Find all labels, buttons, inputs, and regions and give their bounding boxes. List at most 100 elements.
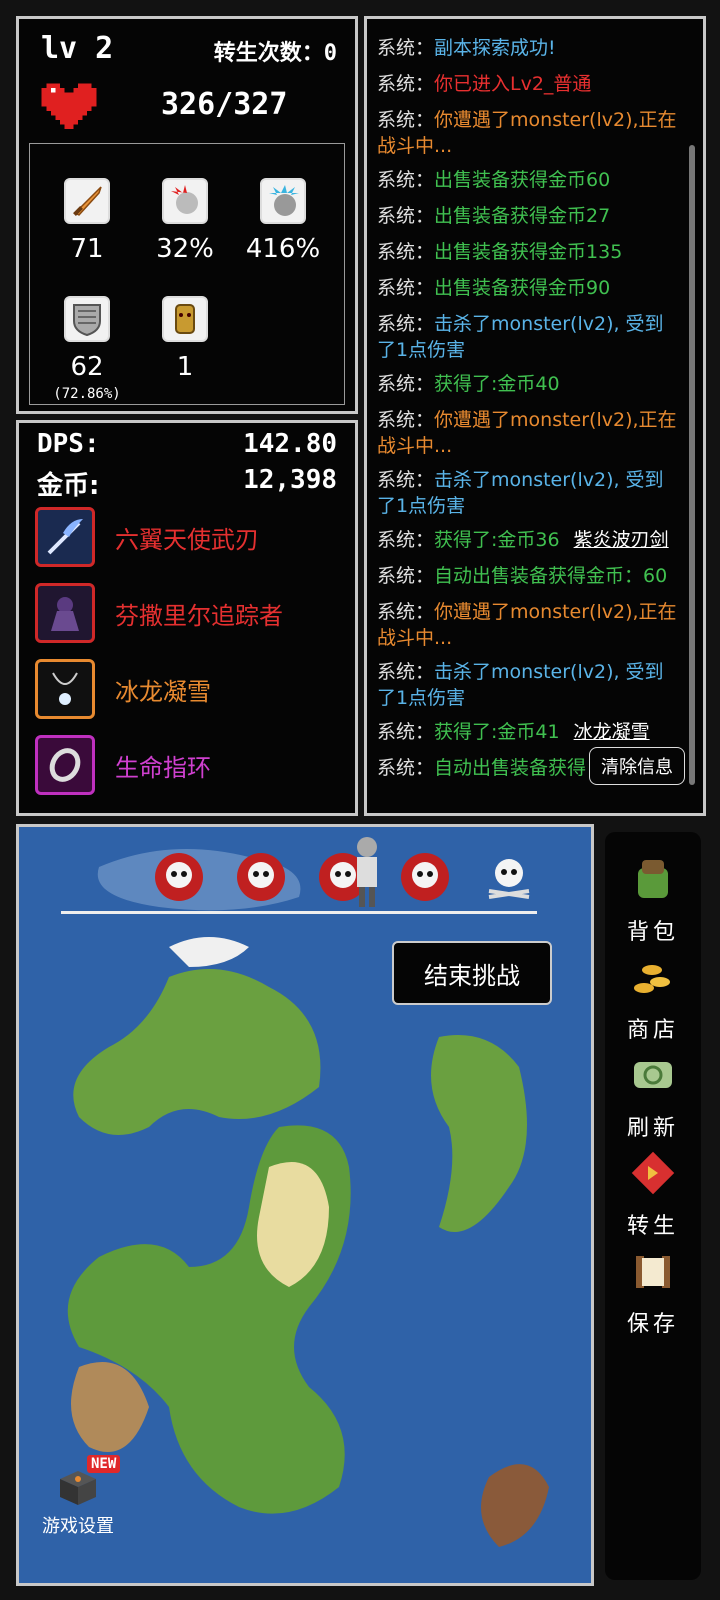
menu-label: 商店	[626, 1018, 679, 1043]
settings-label: 游戏设置	[42, 1516, 114, 1537]
log-prefix: 系统：	[377, 661, 435, 683]
luck-stat: 1	[140, 296, 230, 382]
luck-value: 1	[176, 352, 194, 382]
equipped-ring[interactable]: 生命指环	[35, 733, 211, 797]
equipped-weapon[interactable]: 六翼天使武刃	[35, 505, 259, 569]
item-name: 生命指环	[115, 753, 211, 782]
equipped-armor[interactable]: 芬撒里尔追踪者	[35, 581, 283, 645]
log-line: 系统：副本探索成功!	[377, 35, 677, 61]
log-prefix: 系统：	[377, 241, 435, 263]
menu-refresh[interactable]: 刷新	[605, 1050, 701, 1142]
clear-log-button[interactable]: 清除信息	[589, 747, 685, 785]
log-text: 自动出售装备获得	[434, 757, 587, 779]
rebirth-count: 转生次数：0	[213, 41, 337, 66]
log-text: 获得了:金币41	[434, 721, 560, 743]
crit-damage-icon	[260, 178, 306, 224]
menu-backpack[interactable]: 背包	[605, 854, 701, 946]
end-challenge-button[interactable]: 结束挑战	[392, 941, 552, 1005]
menu-label: 刷新	[626, 1116, 679, 1141]
item-name: 六翼天使武刃	[115, 525, 259, 554]
log-line: 系统：获得了:金币40	[377, 371, 677, 397]
idol-icon	[162, 296, 208, 342]
log-line: 系统：出售装备获得金币60	[377, 167, 677, 193]
dps-row: DPS: 142.80	[37, 429, 337, 459]
log-line: 系统：自动出售装备获得金币：60	[377, 563, 677, 589]
equipped-amulet[interactable]: 冰龙凝雪	[35, 657, 211, 721]
log-prefix: 系统：	[377, 169, 435, 191]
coins-icon	[634, 965, 670, 993]
rebirth-icon	[631, 1151, 675, 1195]
menu-save[interactable]: 保存	[605, 1246, 701, 1338]
menu-label: 转生	[626, 1214, 679, 1239]
log-line: 系统：你遭遇了monster(lv2),正在战斗中...	[377, 107, 677, 159]
log-line: 系统：你遭遇了monster(lv2),正在战斗中...	[377, 599, 677, 651]
battle-progress-line	[61, 911, 537, 914]
log-text: 获得了:金币40	[434, 373, 560, 395]
log-prefix: 系统：	[377, 73, 435, 95]
attack-stat: 71	[42, 178, 132, 264]
sword-icon	[64, 178, 110, 224]
log-text: 你已进入Lv2_普通	[434, 73, 592, 95]
system-log-panel[interactable]: 系统：副本探索成功! 系统：你已进入Lv2_普通 系统：你遭遇了monster(lv…	[364, 16, 706, 816]
dps-value: 142.80	[243, 429, 337, 459]
gold-row: 金币: 12,398	[37, 465, 337, 502]
gold-value: 12,398	[243, 465, 337, 495]
stats-panel: lv 2 转生次数：0 326/327 71 32% 416% 62 (72.8…	[16, 16, 358, 414]
log-prefix: 系统：	[377, 313, 435, 335]
red-skull-icon	[155, 853, 203, 901]
log-prefix: 系统：	[377, 601, 435, 623]
log-text: 出售装备获得金币90	[434, 277, 611, 299]
game-settings-button[interactable]: 游戏设置	[33, 1467, 123, 1538]
crit-rate-stat: 32%	[140, 178, 230, 264]
defense-percent: (72.86%)	[53, 386, 121, 402]
log-text: 出售装备获得金币60	[434, 169, 611, 191]
log-line: 系统：击杀了monster(lv2), 受到了1点伤害	[377, 659, 677, 711]
log-line: 系统：你已进入Lv2_普通	[377, 71, 677, 97]
crit-damage-value: 416%	[245, 234, 321, 264]
log-text: 副本探索成功!	[434, 37, 556, 59]
log-item-link[interactable]: 冰龙凝雪	[574, 721, 650, 743]
log-scrollbar[interactable]	[689, 145, 695, 785]
hp-value: 326/327	[161, 87, 288, 122]
log-item-link[interactable]: 紫炎波刃剑	[574, 529, 669, 551]
log-line: 系统：获得了:金币36 紫炎波刃剑	[377, 527, 677, 553]
red-skull-icon	[401, 853, 449, 901]
item-name: 芬撒里尔追踪者	[115, 601, 283, 630]
ring-icon	[35, 735, 95, 795]
log-line: 系统：击杀了monster(lv2), 受到了1点伤害	[377, 467, 677, 519]
log-text: 自动出售装备获得金币：60	[434, 565, 668, 587]
log-prefix: 系统：	[377, 37, 435, 59]
log-prefix: 系统：	[377, 721, 435, 743]
log-prefix: 系统：	[377, 373, 435, 395]
log-line: 系统：击杀了monster(lv2), 受到了1点伤害	[377, 311, 677, 363]
log-prefix: 系统：	[377, 205, 435, 227]
defense-stat: 62 (72.86%)	[42, 296, 132, 402]
crit-rate-value: 32%	[156, 234, 214, 264]
log-prefix: 系统：	[377, 469, 435, 491]
menu-label: 背包	[626, 920, 679, 945]
attributes-box: 71 32% 416% 62 (72.86%) 1	[29, 143, 345, 405]
defense-value: 62	[70, 352, 104, 382]
dark-armor-icon	[35, 583, 95, 643]
log-line: 系统：出售装备获得金币27	[377, 203, 677, 229]
save-scroll-icon	[636, 1256, 670, 1288]
menu-shop[interactable]: 商店	[605, 952, 701, 1044]
wing-blade-icon	[35, 507, 95, 567]
log-prefix: 系统：	[377, 529, 435, 551]
hero-sprite-icon	[357, 837, 377, 907]
log-prefix: 系统：	[377, 109, 435, 131]
crit-damage-stat: 416%	[238, 178, 328, 264]
world-map[interactable]: 结束挑战 NEW 游戏设置	[16, 824, 594, 1586]
menu-rebirth[interactable]: 转生	[605, 1148, 701, 1240]
log-line: 系统：获得了:金币41 冰龙凝雪	[377, 719, 677, 745]
attack-value: 71	[70, 234, 104, 264]
shield-icon	[64, 296, 110, 342]
equipment-panel: DPS: 142.80 金币: 12,398 六翼天使武刃 芬撒里尔追踪者 冰龙…	[16, 420, 358, 816]
log-text: 出售装备获得金币27	[434, 205, 611, 227]
scroll-refresh-icon	[634, 1062, 672, 1088]
menu-label: 保存	[626, 1312, 679, 1337]
crit-burst-icon	[162, 178, 208, 224]
dps-label: DPS:	[37, 429, 100, 459]
log-line: 系统：出售装备获得金币90	[377, 275, 677, 301]
backpack-icon	[638, 860, 668, 898]
